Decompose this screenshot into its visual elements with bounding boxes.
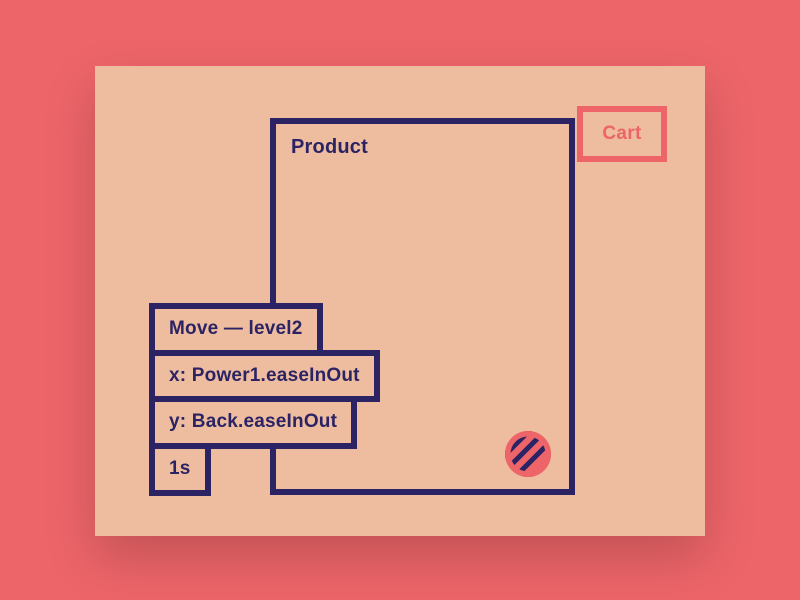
- ball-icon: [505, 431, 551, 477]
- info-title: Move — level2: [149, 303, 323, 356]
- card: Product Cart Move — level2 x: Power1.eas…: [95, 66, 705, 536]
- product-label: Product: [291, 136, 368, 159]
- animation-info: Move — level2 x: Power1.easeInOut y: Bac…: [149, 303, 380, 490]
- cart-button[interactable]: Cart: [577, 106, 667, 162]
- info-y-easing: y: Back.easeInOut: [149, 396, 357, 449]
- cart-label: Cart: [602, 123, 641, 145]
- info-duration: 1s: [149, 443, 211, 496]
- info-x-easing: x: Power1.easeInOut: [149, 350, 380, 403]
